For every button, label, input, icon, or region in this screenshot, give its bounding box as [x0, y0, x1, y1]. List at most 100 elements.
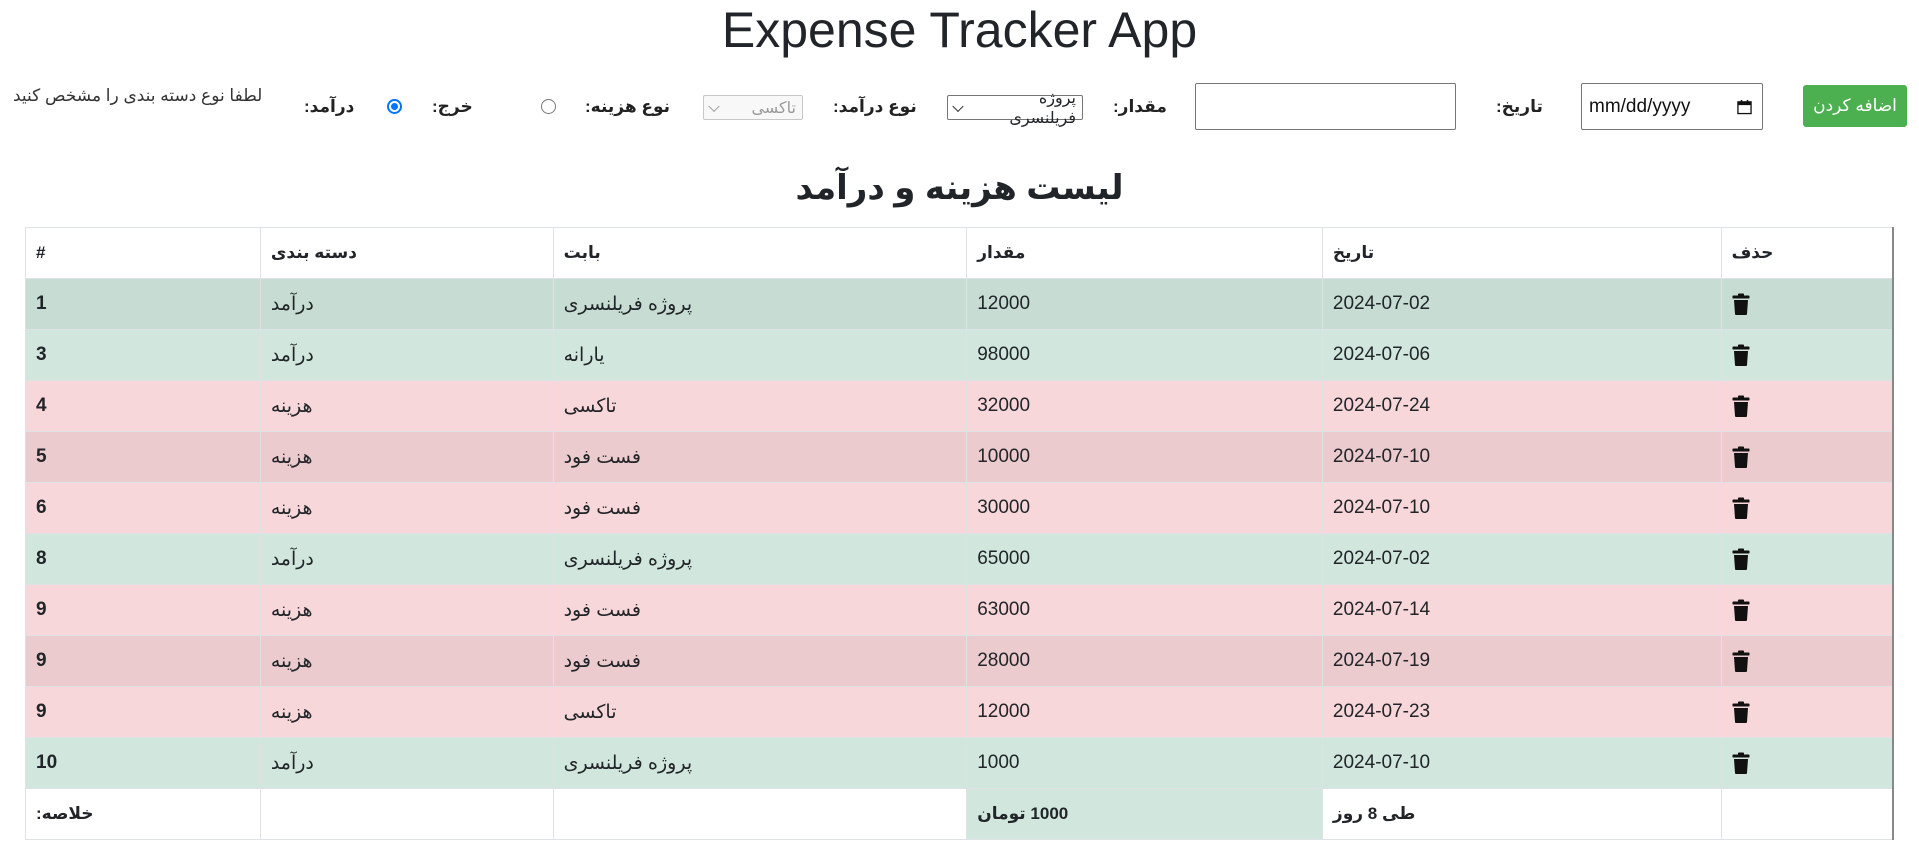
transactions-table: # دسته بندی بابت مقدار تاریخ حذف 1 درآمد… [25, 227, 1894, 840]
row-category: هزینه [259, 380, 554, 432]
row-category: درآمد [259, 533, 554, 585]
summary-empty-cell [552, 788, 968, 840]
summary-label: خلاصه: [25, 788, 261, 840]
row-amount: 1000 [966, 737, 1323, 789]
row-category: هزینه [259, 584, 554, 636]
column-header-id: # [25, 227, 261, 279]
row-date: 2024-07-14 [1321, 584, 1722, 636]
trash-icon[interactable] [1732, 395, 1750, 417]
row-delete-cell [1720, 686, 1894, 738]
table-row: 9 هزینه فست فود 28000 2024-07-19 [25, 635, 1894, 687]
row-date: 2024-07-19 [1321, 635, 1722, 687]
row-id: 1 [25, 278, 261, 330]
row-delete-cell [1720, 431, 1894, 483]
trash-icon[interactable] [1732, 752, 1750, 774]
row-date: 2024-07-10 [1321, 482, 1722, 534]
column-header-amount: مقدار [966, 227, 1323, 279]
amount-label: مقدار: [1113, 97, 1167, 116]
row-date: 2024-07-02 [1321, 278, 1722, 330]
row-id: 10 [25, 737, 261, 789]
row-subject: یارانه [552, 329, 968, 381]
summary-empty-cell [1720, 788, 1894, 840]
row-category: هزینه [259, 635, 554, 687]
row-amount: 65000 [966, 533, 1323, 585]
table-header-row: # دسته بندی بابت مقدار تاریخ حذف [25, 227, 1894, 279]
table-row: 1 درآمد پروژه فریلنسری 12000 2024-07-02 [25, 278, 1894, 330]
row-date: 2024-07-10 [1321, 737, 1722, 789]
row-amount: 98000 [966, 329, 1323, 381]
income-radio[interactable] [387, 99, 402, 114]
amount-input[interactable] [1195, 83, 1456, 130]
row-id: 8 [25, 533, 261, 585]
trash-icon[interactable] [1732, 650, 1750, 672]
list-title: لیست هزینه و درآمد [795, 169, 1124, 207]
row-amount: 12000 [966, 686, 1323, 738]
expense-type-select[interactable]: تاکسی [703, 95, 803, 120]
row-subject: پروژه فریلنسری [552, 533, 968, 585]
row-category: درآمد [259, 737, 554, 789]
row-subject: فست فود [552, 635, 968, 687]
row-category: هزینه [259, 482, 554, 534]
row-delete-cell [1720, 278, 1894, 330]
date-placeholder: mm/dd/yyyy [1589, 95, 1691, 117]
table-row: 9 هزینه تاکسی 12000 2024-07-23 [25, 686, 1894, 738]
expense-type-label: نوع هزینه: [585, 97, 671, 116]
trash-icon[interactable] [1732, 446, 1750, 468]
row-delete-cell [1720, 482, 1894, 534]
add-button[interactable]: اضافه کردن [1803, 85, 1907, 127]
row-date: 2024-07-23 [1321, 686, 1722, 738]
trash-icon[interactable] [1732, 344, 1750, 366]
chevron-down-icon [708, 100, 720, 112]
row-category: درآمد [259, 278, 554, 330]
expense-radio-label: خرج: [432, 97, 473, 116]
row-delete-cell [1720, 635, 1894, 687]
table-row: 10 درآمد پروژه فریلنسری 1000 2024-07-10 [25, 737, 1894, 789]
table-row: 8 درآمد پروژه فریلنسری 65000 2024-07-02 [25, 533, 1894, 585]
table-row: 9 هزینه فست فود 63000 2024-07-14 [25, 584, 1894, 636]
income-type-value: پروژه فریلنسری [1009, 89, 1076, 127]
trash-icon[interactable] [1732, 548, 1750, 570]
row-id: 4 [25, 380, 261, 432]
calendar-icon[interactable] [1737, 99, 1752, 114]
row-amount: 28000 [966, 635, 1323, 687]
row-id: 6 [25, 482, 261, 534]
row-amount: 32000 [966, 380, 1323, 432]
row-subject: تاکسی [552, 380, 968, 432]
row-amount: 12000 [966, 278, 1323, 330]
table-row: 6 هزینه فست فود 30000 2024-07-10 [25, 482, 1894, 534]
row-subject: پروژه فریلنسری [552, 737, 968, 789]
expense-radio[interactable] [541, 99, 556, 114]
trash-icon[interactable] [1732, 599, 1750, 621]
row-id: 3 [25, 329, 261, 381]
row-delete-cell [1720, 737, 1894, 789]
summary-empty-cell [259, 788, 554, 840]
trash-icon[interactable] [1732, 701, 1750, 723]
row-amount: 30000 [966, 482, 1323, 534]
income-type-label: نوع درآمد: [833, 97, 917, 116]
row-subject: فست فود [552, 431, 968, 483]
trash-icon[interactable] [1732, 293, 1750, 315]
row-amount: 10000 [966, 431, 1323, 483]
row-amount: 63000 [966, 584, 1323, 636]
date-label: تاریخ: [1496, 97, 1543, 116]
row-subject: تاکسی [552, 686, 968, 738]
row-category: هزینه [259, 686, 554, 738]
summary-total: 1000 تومان [966, 788, 1323, 840]
row-date: 2024-07-10 [1321, 431, 1722, 483]
date-input[interactable]: mm/dd/yyyy [1581, 83, 1763, 130]
row-id: 9 [25, 686, 261, 738]
row-id: 9 [25, 584, 261, 636]
income-type-select[interactable]: پروژه فریلنسری [947, 90, 1083, 127]
column-header-category: دسته بندی [259, 227, 554, 279]
row-delete-cell [1720, 533, 1894, 585]
trash-icon[interactable] [1732, 497, 1750, 519]
row-date: 2024-07-02 [1321, 533, 1722, 585]
row-date: 2024-07-24 [1321, 380, 1722, 432]
row-subject: فست فود [552, 584, 968, 636]
row-category: درآمد [259, 329, 554, 381]
row-delete-cell [1720, 584, 1894, 636]
row-id: 5 [25, 431, 261, 483]
row-subject: فست فود [552, 482, 968, 534]
row-id: 9 [25, 635, 261, 687]
column-header-delete: حذف [1720, 227, 1894, 279]
